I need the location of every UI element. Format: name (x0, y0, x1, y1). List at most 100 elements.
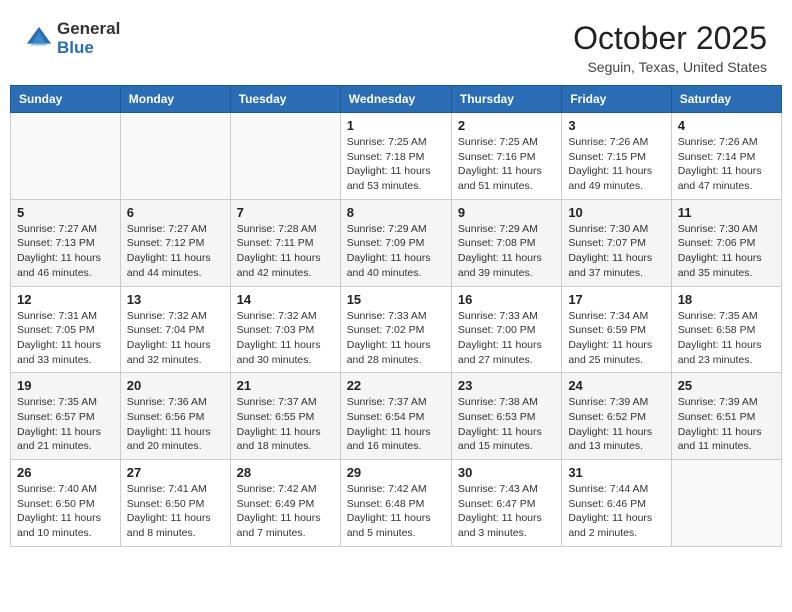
calendar-cell: 18 Sunrise: 7:35 AM Sunset: 6:58 PM Dayli… (671, 286, 781, 373)
day-info: Sunrise: 7:31 AM Sunset: 7:05 PM Dayligh… (17, 309, 114, 368)
calendar-cell: 1 Sunrise: 7:25 AM Sunset: 7:18 PM Daylig… (340, 113, 451, 200)
day-number: 15 (347, 292, 445, 307)
calendar-cell (120, 113, 230, 200)
day-number: 3 (568, 118, 664, 133)
calendar-table: SundayMondayTuesdayWednesdayThursdayFrid… (10, 85, 782, 547)
day-info: Sunrise: 7:33 AM Sunset: 7:02 PM Dayligh… (347, 309, 445, 368)
day-info: Sunrise: 7:39 AM Sunset: 6:51 PM Dayligh… (678, 395, 775, 454)
logo-general-text: General (57, 20, 120, 39)
day-number: 23 (458, 378, 555, 393)
day-number: 12 (17, 292, 114, 307)
day-number: 22 (347, 378, 445, 393)
day-number: 24 (568, 378, 664, 393)
calendar-cell: 9Sunrise: 7:29 AM Sunset: 7:08 PM Daylig… (451, 199, 561, 286)
day-info: Sunrise: 7:38 AM Sunset: 6:53 PM Dayligh… (458, 395, 555, 454)
day-info: Sunrise: 7:29 AM Sunset: 7:08 PM Dayligh… (458, 222, 555, 281)
day-number: 30 (458, 465, 555, 480)
day-number: 31 (568, 465, 664, 480)
calendar-cell: 28Sunrise: 7:42 AM Sunset: 6:49 PM Dayli… (230, 460, 340, 547)
calendar-cell: 13 Sunrise: 7:32 AM Sunset: 7:04 PM Dayli… (120, 286, 230, 373)
day-info: Sunrise: 7:32 AM Sunset: 7:03 PM Dayligh… (237, 309, 334, 368)
calendar-cell (671, 460, 781, 547)
weekday-header: Wednesday (340, 86, 451, 113)
calendar-cell: 19Sunrise: 7:35 AM Sunset: 6:57 PM Dayli… (11, 373, 121, 460)
day-info: Sunrise: 7:43 AM Sunset: 6:47 PM Dayligh… (458, 482, 555, 541)
calendar-cell: 7Sunrise: 7:28 AM Sunset: 7:11 PM Daylig… (230, 199, 340, 286)
day-info: Sunrise: 7:37 AM Sunset: 6:55 PM Dayligh… (237, 395, 334, 454)
calendar-week-row: 1 Sunrise: 7:25 AM Sunset: 7:18 PM Daylig… (11, 113, 782, 200)
calendar-week-row: 12 Sunrise: 7:31 AM Sunset: 7:05 PM Dayli… (11, 286, 782, 373)
day-number: 6 (127, 205, 224, 220)
calendar-cell: 20 Sunrise: 7:36 AM Sunset: 6:56 PM Dayli… (120, 373, 230, 460)
day-info: Sunrise: 7:33 AM Sunset: 7:00 PM Dayligh… (458, 309, 555, 368)
day-number: 11 (678, 205, 775, 220)
day-number: 8 (347, 205, 445, 220)
day-info: Sunrise: 7:30 AM Sunset: 7:06 PM Dayligh… (678, 222, 775, 281)
day-info: Sunrise: 7:41 AM Sunset: 6:50 PM Dayligh… (127, 482, 224, 541)
calendar-week-row: 26 Sunrise: 7:40 AM Sunset: 6:50 PM Dayli… (11, 460, 782, 547)
calendar-week-row: 19Sunrise: 7:35 AM Sunset: 6:57 PM Dayli… (11, 373, 782, 460)
day-number: 20 (127, 378, 224, 393)
logo: General Blue (25, 20, 120, 57)
day-number: 17 (568, 292, 664, 307)
day-info: Sunrise: 7:29 AM Sunset: 7:09 PM Dayligh… (347, 222, 445, 281)
day-info: Sunrise: 7:27 AM Sunset: 7:12 PM Dayligh… (127, 222, 224, 281)
calendar-cell: 31 Sunrise: 7:44 AM Sunset: 6:46 PM Dayli… (562, 460, 671, 547)
calendar-cell: 5Sunrise: 7:27 AM Sunset: 7:13 PM Daylig… (11, 199, 121, 286)
calendar-cell: 27 Sunrise: 7:41 AM Sunset: 6:50 PM Dayli… (120, 460, 230, 547)
day-number: 27 (127, 465, 224, 480)
month-title: October 2025 (573, 20, 767, 57)
calendar-cell: 3 Sunrise: 7:26 AM Sunset: 7:15 PM Daylig… (562, 113, 671, 200)
day-number: 18 (678, 292, 775, 307)
day-info: Sunrise: 7:34 AM Sunset: 6:59 PM Dayligh… (568, 309, 664, 368)
day-number: 13 (127, 292, 224, 307)
calendar-cell: 6 Sunrise: 7:27 AM Sunset: 7:12 PM Daylig… (120, 199, 230, 286)
day-info: Sunrise: 7:36 AM Sunset: 6:56 PM Dayligh… (127, 395, 224, 454)
day-number: 1 (347, 118, 445, 133)
calendar-cell: 4 Sunrise: 7:26 AM Sunset: 7:14 PM Daylig… (671, 113, 781, 200)
title-block: October 2025 Seguin, Texas, United State… (573, 20, 767, 75)
calendar-cell: 30 Sunrise: 7:43 AM Sunset: 6:47 PM Dayli… (451, 460, 561, 547)
day-info: Sunrise: 7:35 AM Sunset: 6:58 PM Dayligh… (678, 309, 775, 368)
day-info: Sunrise: 7:28 AM Sunset: 7:11 PM Dayligh… (237, 222, 334, 281)
calendar-cell: 22Sunrise: 7:37 AM Sunset: 6:54 PM Dayli… (340, 373, 451, 460)
day-info: Sunrise: 7:40 AM Sunset: 6:50 PM Dayligh… (17, 482, 114, 541)
day-number: 29 (347, 465, 445, 480)
day-info: Sunrise: 7:32 AM Sunset: 7:04 PM Dayligh… (127, 309, 224, 368)
calendar-cell (230, 113, 340, 200)
calendar-cell: 15 Sunrise: 7:33 AM Sunset: 7:02 PM Dayli… (340, 286, 451, 373)
calendar-cell (11, 113, 121, 200)
day-number: 25 (678, 378, 775, 393)
calendar-cell: 16Sunrise: 7:33 AM Sunset: 7:00 PM Dayli… (451, 286, 561, 373)
location-text: Seguin, Texas, United States (573, 59, 767, 75)
calendar-cell: 29Sunrise: 7:42 AM Sunset: 6:48 PM Dayli… (340, 460, 451, 547)
day-info: Sunrise: 7:26 AM Sunset: 7:15 PM Dayligh… (568, 135, 664, 194)
calendar-cell: 11 Sunrise: 7:30 AM Sunset: 7:06 PM Dayli… (671, 199, 781, 286)
day-number: 4 (678, 118, 775, 133)
day-info: Sunrise: 7:44 AM Sunset: 6:46 PM Dayligh… (568, 482, 664, 541)
day-number: 26 (17, 465, 114, 480)
day-info: Sunrise: 7:25 AM Sunset: 7:18 PM Dayligh… (347, 135, 445, 194)
page-header: General Blue October 2025 Seguin, Texas,… (10, 10, 782, 80)
calendar-cell: 21 Sunrise: 7:37 AM Sunset: 6:55 PM Dayli… (230, 373, 340, 460)
day-number: 2 (458, 118, 555, 133)
calendar-cell: 24Sunrise: 7:39 AM Sunset: 6:52 PM Dayli… (562, 373, 671, 460)
weekday-header: Saturday (671, 86, 781, 113)
weekday-header: Monday (120, 86, 230, 113)
day-info: Sunrise: 7:30 AM Sunset: 7:07 PM Dayligh… (568, 222, 664, 281)
weekday-header: Thursday (451, 86, 561, 113)
day-info: Sunrise: 7:35 AM Sunset: 6:57 PM Dayligh… (17, 395, 114, 454)
day-number: 21 (237, 378, 334, 393)
calendar-header-row: SundayMondayTuesdayWednesdayThursdayFrid… (11, 86, 782, 113)
day-info: Sunrise: 7:27 AM Sunset: 7:13 PM Dayligh… (17, 222, 114, 281)
calendar-cell: 8 Sunrise: 7:29 AM Sunset: 7:09 PM Daylig… (340, 199, 451, 286)
calendar-cell: 12 Sunrise: 7:31 AM Sunset: 7:05 PM Dayli… (11, 286, 121, 373)
calendar-cell: 17 Sunrise: 7:34 AM Sunset: 6:59 PM Dayli… (562, 286, 671, 373)
calendar-cell: 26 Sunrise: 7:40 AM Sunset: 6:50 PM Dayli… (11, 460, 121, 547)
day-info: Sunrise: 7:26 AM Sunset: 7:14 PM Dayligh… (678, 135, 775, 194)
logo-icon (25, 25, 53, 53)
logo-blue-text: Blue (57, 39, 120, 58)
calendar-cell: 2Sunrise: 7:25 AM Sunset: 7:16 PM Daylig… (451, 113, 561, 200)
weekday-header: Friday (562, 86, 671, 113)
weekday-header: Sunday (11, 86, 121, 113)
